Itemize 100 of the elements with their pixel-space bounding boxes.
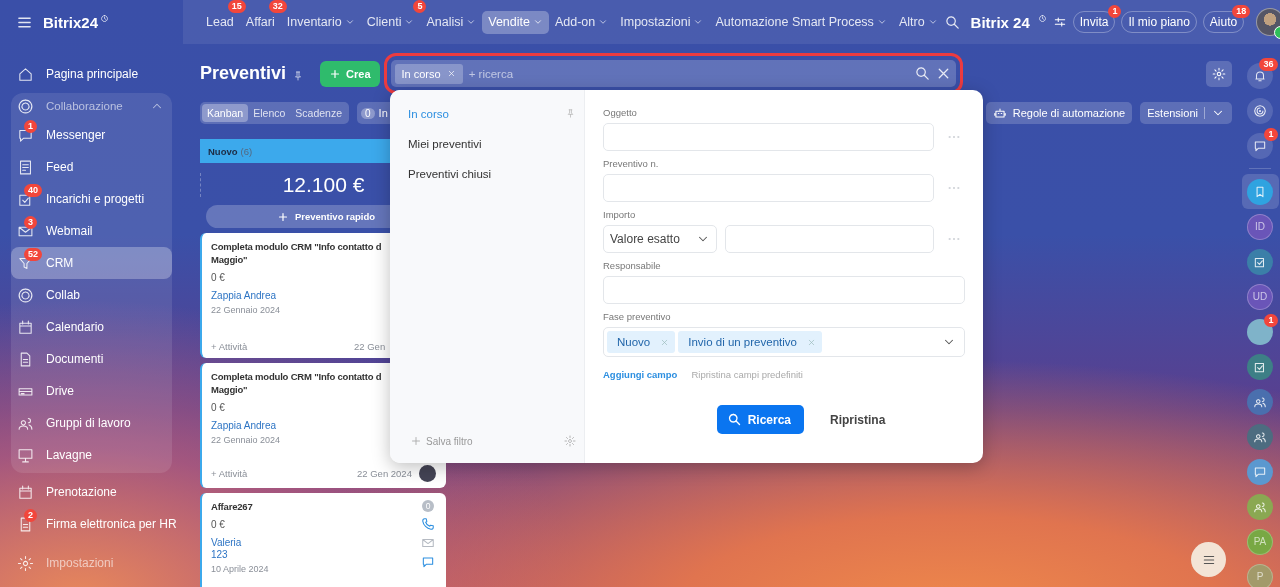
nav-tab[interactable]: Automazione Smart Process: [709, 10, 893, 34]
sidebar-item[interactable]: 52 CRM: [11, 247, 172, 279]
chat-button[interactable]: [1247, 458, 1273, 485]
count-badge: 52: [24, 248, 42, 261]
nav-tab[interactable]: Clienti: [360, 10, 421, 34]
nav-tab[interactable]: Inventario: [280, 10, 361, 34]
contact-link[interactable]: Zappia Andrea: [211, 290, 277, 301]
logo[interactable]: Bitrix24: [43, 13, 99, 31]
phone-icon[interactable]: [421, 517, 435, 531]
caret-icon: [344, 17, 355, 27]
calendar-icon: [17, 318, 34, 336]
people-button[interactable]: [1247, 423, 1273, 450]
menu-button[interactable]: [1191, 542, 1226, 577]
tag[interactable]: Nuovo: [607, 331, 676, 353]
nav-tab[interactable]: Impostazioni: [614, 10, 710, 34]
card-date: 10 Aprile 2024: [211, 564, 269, 574]
filter-preset[interactable]: Miei preventivi: [408, 138, 576, 168]
people-button[interactable]: [1247, 388, 1273, 415]
nav-tab[interactable]: Add-on: [548, 10, 615, 34]
caret-icon: [876, 17, 887, 27]
checkbox-button[interactable]: [1247, 248, 1273, 275]
nav-tab[interactable]: Analisi: [420, 10, 483, 34]
input-field[interactable]: [603, 123, 934, 151]
nav-tab[interactable]: Affari: [239, 10, 281, 34]
people-icon: [1253, 429, 1267, 444]
sidebar-item[interactable]: Pagina principale: [11, 58, 172, 90]
bookmark-button[interactable]: [1247, 178, 1273, 205]
sidebar-item[interactable]: 2 Firma elettronica per HR: [11, 508, 177, 540]
people-button[interactable]: [1247, 493, 1273, 520]
add-field-link[interactable]: Aggiungi campo: [603, 369, 678, 380]
close-icon[interactable]: [446, 69, 456, 78]
card-title[interactable]: Affare267: [211, 500, 253, 513]
search-icon[interactable]: [913, 65, 931, 82]
card-title[interactable]: Completa modulo CRM "Info contatto d Maggio": [211, 240, 382, 266]
view-tab[interactable]: Kanban: [202, 104, 249, 122]
spiral-button[interactable]: [1247, 97, 1273, 124]
view-tab[interactable]: Elenco: [248, 104, 291, 122]
sidebar-item[interactable]: 40 Incarichi e progetti: [11, 183, 172, 215]
contact-link[interactable]: 123: [211, 549, 228, 560]
user-avatar[interactable]: [1247, 318, 1273, 345]
chat-icon: [1253, 138, 1267, 153]
sidebar-item[interactable]: Drive: [11, 375, 172, 407]
tag[interactable]: Invio di un preventivo: [678, 331, 822, 353]
search-button[interactable]: Ricerca: [716, 405, 804, 434]
clock-icon: [1037, 13, 1047, 23]
nav-tab[interactable]: Lead: [200, 10, 240, 34]
home-icon: [17, 65, 34, 83]
sidebar-item[interactable]: Documenti: [11, 343, 172, 375]
sidebar-item[interactable]: 1 Messenger: [11, 119, 172, 151]
tag-field[interactable]: Nuovo Invio di un preventivo: [603, 327, 965, 357]
input-field[interactable]: [603, 174, 934, 202]
initials-avatar[interactable]: UD: [1247, 283, 1273, 310]
card-date: 22 Gennaio 2024: [211, 435, 281, 445]
clock-icon: [100, 13, 110, 23]
extensions-button[interactable]: Estensioni: [1140, 102, 1232, 124]
sliders-icon[interactable]: [1052, 15, 1067, 29]
user-avatar[interactable]: [1256, 8, 1280, 36]
chat-icon: [1253, 464, 1267, 479]
group-header[interactable]: Collaborazione: [11, 93, 172, 119]
sidebar-item[interactable]: 3 Webmail: [11, 215, 172, 247]
sidebar-item[interactable]: Collab: [11, 279, 172, 311]
nav-tab[interactable]: Vendite: [482, 10, 549, 34]
card-amount: 0 €: [211, 272, 225, 283]
add-activity-link[interactable]: + Attività: [211, 341, 248, 352]
reset-button[interactable]: Ripristina: [824, 405, 892, 434]
ring-icon: [17, 286, 34, 304]
nav-tab[interactable]: Altro: [892, 10, 944, 34]
dropdown[interactable]: Valore esatto: [603, 225, 717, 253]
automation-button[interactable]: Regole di automazione: [985, 102, 1133, 124]
initials-avatar[interactable]: ID: [1247, 213, 1273, 240]
view-tab[interactable]: Scadenze: [290, 104, 347, 122]
count-badge: 5: [413, 0, 427, 13]
add-activity-link[interactable]: + Attività: [211, 468, 248, 479]
logo: Bitrix 24: [970, 13, 1030, 31]
chat-icon[interactable]: [421, 555, 435, 569]
chat-button[interactable]: [1247, 132, 1273, 159]
contact-link[interactable]: Valeria: [211, 537, 242, 548]
sidebar-item[interactable]: Prenotazione: [11, 476, 172, 508]
input-field[interactable]: [603, 276, 965, 304]
sidebar-item[interactable]: Calendario: [11, 311, 172, 343]
filter-chip[interactable]: In corso: [394, 63, 463, 84]
settings-button[interactable]: [1206, 60, 1232, 87]
checkbox-button[interactable]: [1247, 353, 1273, 380]
count-badge: 0: [421, 500, 435, 512]
envelope-icon[interactable]: [421, 536, 435, 550]
contact-link[interactable]: Zappia Andrea: [211, 420, 277, 431]
count-badge: 3: [24, 216, 37, 229]
column-count: (6): [240, 145, 253, 157]
search-icon[interactable]: [943, 13, 961, 31]
input-field[interactable]: [725, 225, 934, 253]
filter-preset[interactable]: In corso: [408, 108, 576, 138]
field-label: Responsabile: [603, 260, 662, 271]
sidebar-item[interactable]: Feed: [11, 151, 172, 183]
deal-card[interactable]: Affare267 0 € Valeria 123 10 Aprile 2024 0: [200, 493, 446, 587]
sidebar-item[interactable]: Lavagne: [11, 439, 172, 471]
sidebar-item[interactable]: Gruppi di lavoro: [11, 407, 172, 439]
card-title[interactable]: Completa modulo CRM "Info contatto d Maggio": [211, 370, 382, 396]
field-label: Importo: [603, 209, 637, 220]
count-badge: 18: [1232, 5, 1251, 18]
field-label: Fase preventivo: [603, 311, 672, 322]
